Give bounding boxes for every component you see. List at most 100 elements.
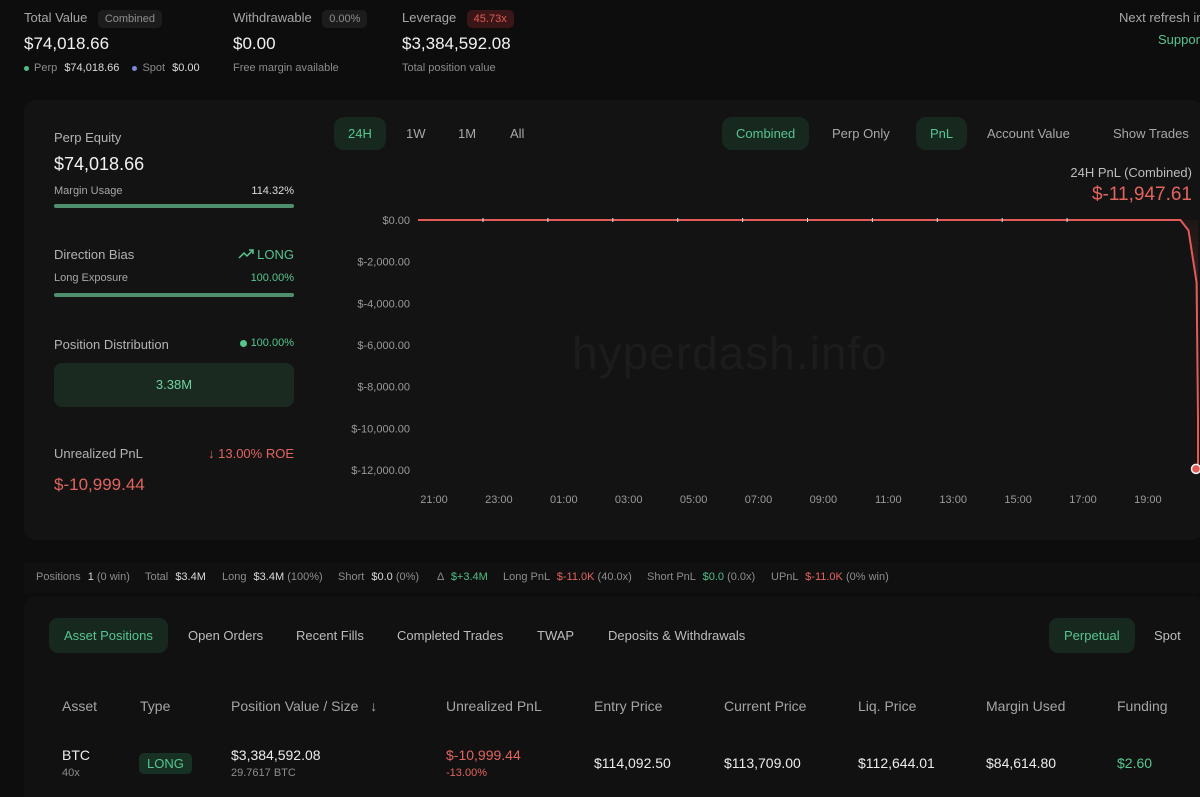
range-24h-button[interactable]: 24H	[334, 117, 386, 150]
position-distribution: 100.00%	[200, 337, 294, 349]
chart-end-point[interactable]	[1190, 463, 1200, 475]
total-value: $74,018.66	[24, 34, 110, 53]
short-label: Short	[338, 571, 365, 583]
y-tick-label: $-12,000.00	[351, 465, 410, 477]
short-pnl-value: $0.0	[702, 571, 724, 583]
withdrawable-label: Withdrawable	[233, 10, 312, 25]
x-tick-label: 05:00	[680, 494, 708, 506]
total-label: Total	[145, 571, 169, 583]
upnl-label: UPnL	[771, 571, 799, 583]
long-label: Long	[222, 571, 247, 583]
column-header-liq-price[interactable]: Liq. Price	[858, 698, 916, 714]
x-tick-label: 13:00	[939, 494, 967, 506]
long-pnl-value: $-11.0K	[556, 571, 595, 583]
direction-bias-value: LONG	[257, 247, 294, 262]
delta-stat: Δ $+3.4M	[437, 571, 488, 583]
metric-account-value-button[interactable]: Account Value	[973, 117, 1084, 150]
x-tick-label: 11:00	[875, 494, 902, 506]
positions-stat: Positions 1 (0 win)	[36, 571, 130, 583]
sort-down-icon: ↓	[370, 698, 378, 714]
perp-value: $74,018.66	[64, 62, 120, 74]
roe-value: 13.00% ROE	[218, 446, 294, 461]
margin-usage-bar-fill	[54, 204, 294, 208]
roe-indicator: ↓ 13.00% ROE	[180, 446, 294, 461]
perp-dot-icon	[24, 65, 29, 71]
short-pct: (0%)	[395, 571, 420, 583]
liq-price: $112,644.01	[858, 755, 935, 771]
tab-open-orders[interactable]: Open Orders	[173, 618, 278, 653]
y-tick-label: $-6,000.00	[357, 340, 410, 352]
short-stat: Short $0.0 (0%)	[338, 571, 419, 583]
column-header-type[interactable]: Type	[140, 698, 170, 714]
x-tick-label: 21:00	[420, 494, 448, 506]
column-header-current-price[interactable]: Current Price	[724, 698, 806, 714]
direction-bias-label: Direction Bias	[54, 247, 135, 262]
show-trades-button[interactable]: Show Trades	[1099, 117, 1200, 150]
pnl-area	[418, 220, 1198, 469]
row-unrealized-pnl: $-10,999.44	[446, 747, 521, 763]
y-tick-label: $0.00	[382, 215, 410, 227]
asset-leverage: 40x	[62, 767, 80, 779]
tab-twap[interactable]: TWAP	[522, 618, 589, 653]
leverage-value: $3,384,592.08	[402, 34, 511, 53]
margin-usage-bar	[54, 204, 294, 208]
unrealized-pnl-value: $-10,999.44	[54, 475, 145, 494]
row-unrealized-pnl-pct: -13.00%	[446, 767, 487, 779]
arrow-down-icon: ↓	[208, 446, 215, 461]
range-1w-button[interactable]: 1W	[392, 117, 440, 150]
perpetual-toggle[interactable]: Perpetual	[1049, 618, 1135, 653]
total-value-stat: $3.4M	[175, 571, 206, 583]
short-value: $0.0	[371, 571, 393, 583]
spot-label: Spot	[142, 62, 166, 74]
x-tick-label: 03:00	[615, 494, 643, 506]
current-price: $113,709.00	[724, 755, 801, 771]
margin-used: $84,614.80	[986, 755, 1057, 771]
position-distribution-label: Position Distribution	[54, 337, 169, 352]
spot-toggle[interactable]: Spot	[1139, 618, 1196, 653]
withdrawable-value: $0.00	[233, 34, 276, 53]
x-tick-label: 15:00	[1004, 494, 1032, 506]
long-value: $3.4M	[253, 571, 285, 583]
withdrawable-sub: Free margin available	[233, 62, 339, 74]
trending-up-icon	[238, 247, 254, 262]
upnl-value: $-11.0K	[805, 571, 843, 583]
mode-combined-button[interactable]: Combined	[722, 117, 810, 150]
long-exposure-value: 100.00%	[250, 272, 294, 284]
tab-asset-positions[interactable]: Asset Positions	[49, 618, 168, 653]
perp-spot-breakdown: Perp $74,018.66 Spot $0.00	[24, 62, 200, 74]
asset-name: BTC	[62, 747, 90, 763]
perp-equity-value: $74,018.66	[54, 154, 145, 174]
range-all-button[interactable]: All	[496, 117, 538, 150]
tab-deposits-withdrawals[interactable]: Deposits & Withdrawals	[593, 618, 760, 653]
leverage-sub: Total position value	[402, 62, 496, 74]
perp-label: Perp	[34, 62, 58, 74]
distribution-block-btc[interactable]: 3.38M	[54, 363, 294, 407]
x-tick-label: 19:00	[1134, 494, 1162, 506]
column-header-asset[interactable]: Asset	[62, 698, 97, 714]
x-tick-label: 07:00	[745, 494, 773, 506]
mode-perp-only-button[interactable]: Perp Only	[818, 117, 904, 150]
column-header-position-value[interactable]: Position Value / Size ↓	[231, 698, 377, 714]
y-tick-label: $-2,000.00	[357, 257, 410, 269]
x-tick-label: 09:00	[810, 494, 838, 506]
direction-bias: LONG	[200, 247, 294, 262]
tab-recent-fills[interactable]: Recent Fills	[281, 618, 379, 653]
support-link[interactable]: Support	[1158, 32, 1200, 47]
column-header-margin-used[interactable]: Margin Used	[986, 698, 1065, 714]
range-1m-button[interactable]: 1M	[444, 117, 490, 150]
positions-stats-strip: Positions 1 (0 win) Total $3.4M Long $3.…	[24, 563, 1200, 593]
status-dot-icon	[239, 339, 247, 347]
column-header-position-value-label: Position Value / Size	[231, 698, 359, 714]
short-pnl-stat: Short PnL $0.0 (0.0x)	[647, 571, 755, 583]
column-header-funding[interactable]: Funding	[1117, 698, 1168, 714]
short-pnl-lev: (0.0x)	[727, 571, 756, 583]
x-tick-label: 23:00	[485, 494, 513, 506]
long-exposure-bar	[54, 293, 294, 297]
metric-pnl-button[interactable]: PnL	[916, 117, 968, 150]
tab-completed-trades[interactable]: Completed Trades	[382, 618, 518, 653]
long-pnl-stat: Long PnL $-11.0K (40.0x)	[503, 571, 632, 583]
column-header-unrealized-pnl[interactable]: Unrealized PnL	[446, 698, 542, 714]
column-header-entry-price[interactable]: Entry Price	[594, 698, 662, 714]
long-pnl-lev: (40.0x)	[597, 571, 632, 583]
total-value-label: Total Value	[24, 10, 88, 25]
